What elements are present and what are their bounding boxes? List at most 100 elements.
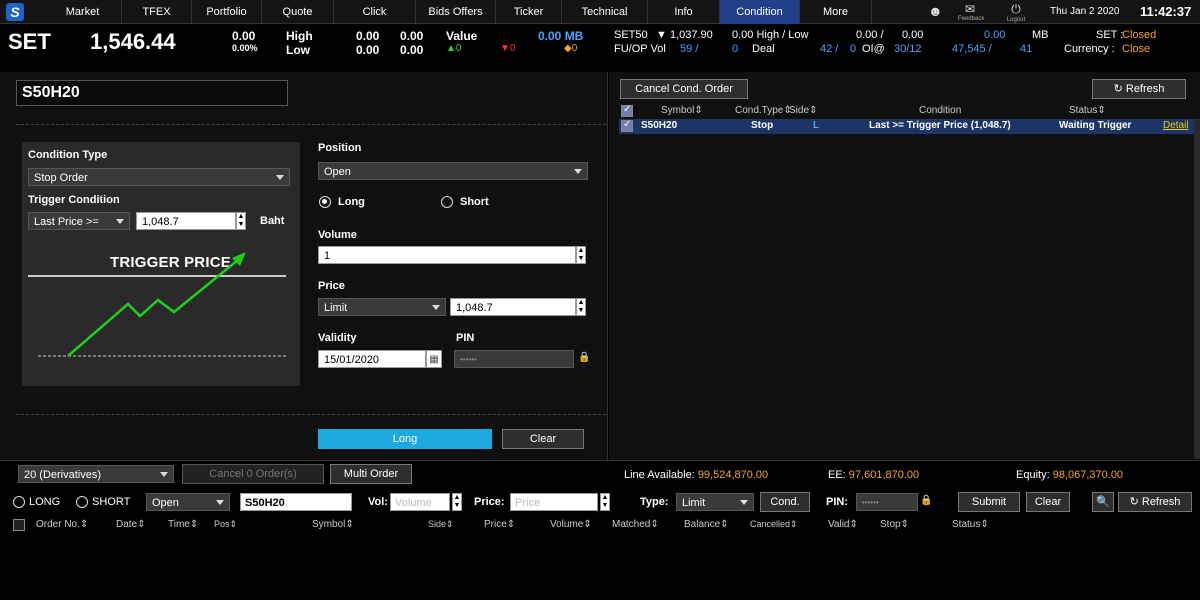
quick-order-area: 20 (Derivatives) Cancel 0 Order(s) Multi…	[0, 460, 1200, 600]
header-matched[interactable]: Matched⇕	[612, 519, 659, 530]
vol-input[interactable]: Volume	[390, 493, 450, 511]
cancel-cond-order-button[interactable]: Cancel Cond. Order	[620, 79, 748, 99]
price-stepper-icon[interactable]: ▲ ▼	[576, 298, 586, 316]
header-stop[interactable]: Stop⇕	[880, 519, 909, 530]
header-volume[interactable]: Volume⇕	[550, 519, 592, 530]
power-icon: ⏻	[1011, 2, 1021, 16]
fuop-label: FU/OP Vol	[614, 43, 666, 55]
scrollbar[interactable]	[1194, 119, 1200, 459]
header-symbol[interactable]: Symbol⇕	[312, 519, 354, 530]
header-cancelled[interactable]: Cancelled⇕	[750, 519, 798, 530]
header-order-no[interactable]: Order No.⇕	[36, 519, 88, 530]
tab-technical[interactable]: Technical	[562, 0, 648, 24]
pin-input[interactable]: ••••••	[454, 350, 574, 368]
volume-stepper-icon[interactable]: ▲ ▼	[576, 246, 586, 264]
tab-market[interactable]: Market	[44, 0, 122, 24]
long-radio[interactable]	[13, 496, 25, 508]
select-all-checkbox[interactable]	[13, 519, 25, 531]
type-select[interactable]: Limit	[676, 493, 754, 511]
tab-condition[interactable]: Condition	[720, 0, 800, 24]
price-input[interactable]: 1,048.7	[450, 298, 576, 316]
clear-button[interactable]: Clear	[502, 429, 584, 449]
fuop-vol: 59 /	[680, 43, 699, 55]
header-side[interactable]: Side⇕	[789, 105, 817, 116]
symbol-input[interactable]: S50H20	[16, 80, 288, 106]
long-label: Long	[338, 196, 365, 208]
refresh-button[interactable]: ↻ Refresh	[1092, 79, 1186, 99]
chevron-down-icon	[276, 175, 284, 180]
high-value-1: 0.00	[356, 29, 380, 43]
fuop-num-4: 41	[1020, 43, 1033, 55]
long-submit-button[interactable]: Long	[318, 429, 492, 449]
account-select[interactable]: 20 (Derivatives)	[18, 465, 174, 483]
short-radio[interactable]	[76, 496, 88, 508]
tab-portfolio[interactable]: Portfolio	[192, 0, 262, 24]
header-symbol[interactable]: Symbol⇕	[661, 105, 703, 116]
header-time[interactable]: Time⇕	[168, 519, 198, 530]
pin-label: PIN:	[826, 496, 848, 508]
multi-order-button[interactable]: Multi Order	[330, 464, 412, 484]
user-avatar-icon[interactable]: ☻	[928, 3, 943, 19]
header-pos[interactable]: Pos⇕	[214, 519, 237, 530]
low-value-1: 0.00	[356, 43, 380, 57]
tab-ticker[interactable]: Ticker	[496, 0, 562, 24]
price-label: Price:	[474, 496, 505, 508]
tab-quote[interactable]: Quote	[262, 0, 334, 24]
price-input[interactable]: Price	[510, 493, 598, 511]
tab-bids-offers[interactable]: Bids Offers	[416, 0, 496, 24]
tab-more[interactable]: More	[800, 0, 872, 24]
tab-tfex[interactable]: TFEX	[122, 0, 192, 24]
feedback-button[interactable]: ✉ Feedback	[958, 2, 984, 22]
type-label: Type:	[640, 496, 669, 508]
long-radio[interactable]	[319, 196, 331, 208]
header-cond-type[interactable]: Cond.Type⇕	[735, 105, 792, 116]
symbol-input[interactable]: S50H20	[240, 493, 352, 511]
detail-link[interactable]: Detail	[1163, 120, 1189, 131]
trigger-price-input[interactable]: 1,048.7	[136, 212, 236, 230]
tab-click[interactable]: Click	[334, 0, 416, 24]
table-row[interactable]: S50H20 Stop L Last >= Trigger Price (1,0…	[619, 119, 1195, 134]
header-side[interactable]: Side⇕	[428, 519, 454, 530]
header-price[interactable]: Price⇕	[484, 519, 515, 530]
header-balance[interactable]: Balance⇕	[684, 519, 729, 530]
clear-button[interactable]: Clear	[1026, 492, 1070, 512]
logout-button[interactable]: ⏻ Logout	[1004, 2, 1028, 23]
trigger-price-stepper-icon[interactable]: ▲ ▼	[236, 212, 246, 230]
position-select[interactable]: Open	[146, 493, 230, 511]
validity-input[interactable]: 15/01/2020	[318, 350, 426, 368]
row-checkbox[interactable]	[621, 119, 633, 132]
fuop-oi: OI@	[862, 43, 885, 55]
submit-button[interactable]: Submit	[958, 492, 1020, 512]
header-date[interactable]: Date⇕	[116, 519, 146, 530]
calendar-icon[interactable]: ▦	[426, 350, 442, 368]
set50-highlow: 0.00 High / Low	[732, 29, 809, 41]
header-valid[interactable]: Valid⇕	[828, 519, 858, 530]
date-label: Thu Jan 2 2020	[1050, 6, 1120, 17]
cond-button[interactable]: Cond.	[760, 492, 810, 512]
refresh-button[interactable]: ↻ Refresh	[1118, 492, 1192, 512]
trigger-operator-select[interactable]: Last Price >=	[28, 212, 130, 230]
vol-stepper-icon[interactable]: ▲ ▼	[452, 493, 462, 511]
volume-label: Volume	[318, 229, 357, 241]
refresh-label: Refresh	[1125, 83, 1165, 95]
line-available-value: 99,524,870.00	[697, 469, 769, 481]
fuop-deal-num: 0	[732, 43, 739, 55]
short-radio[interactable]	[441, 196, 453, 208]
select-all-checkbox[interactable]	[621, 104, 633, 117]
position-select[interactable]: Open	[318, 162, 588, 180]
fuop-num-2: 42 /	[820, 43, 839, 55]
condition-type-select[interactable]: Stop Order	[28, 168, 290, 186]
ee: EE: 97,601,870.00	[828, 469, 919, 481]
header-status[interactable]: Status⇕	[952, 519, 989, 530]
index-change: 0.00	[232, 29, 256, 43]
pin-input[interactable]: ••••••	[856, 493, 918, 511]
volume-input[interactable]: 1	[318, 246, 576, 264]
tab-info[interactable]: Info	[648, 0, 720, 24]
line-available-label: Line Available:	[624, 469, 695, 481]
price-type-select[interactable]: Limit	[318, 298, 446, 316]
cancel-orders-button[interactable]: Cancel 0 Order(s)	[182, 464, 324, 484]
header-condition[interactable]: Condition	[919, 105, 961, 116]
search-button[interactable]: 🔍	[1092, 492, 1114, 512]
price-stepper-icon[interactable]: ▲ ▼	[600, 493, 610, 511]
header-status[interactable]: Status⇕	[1069, 105, 1106, 116]
